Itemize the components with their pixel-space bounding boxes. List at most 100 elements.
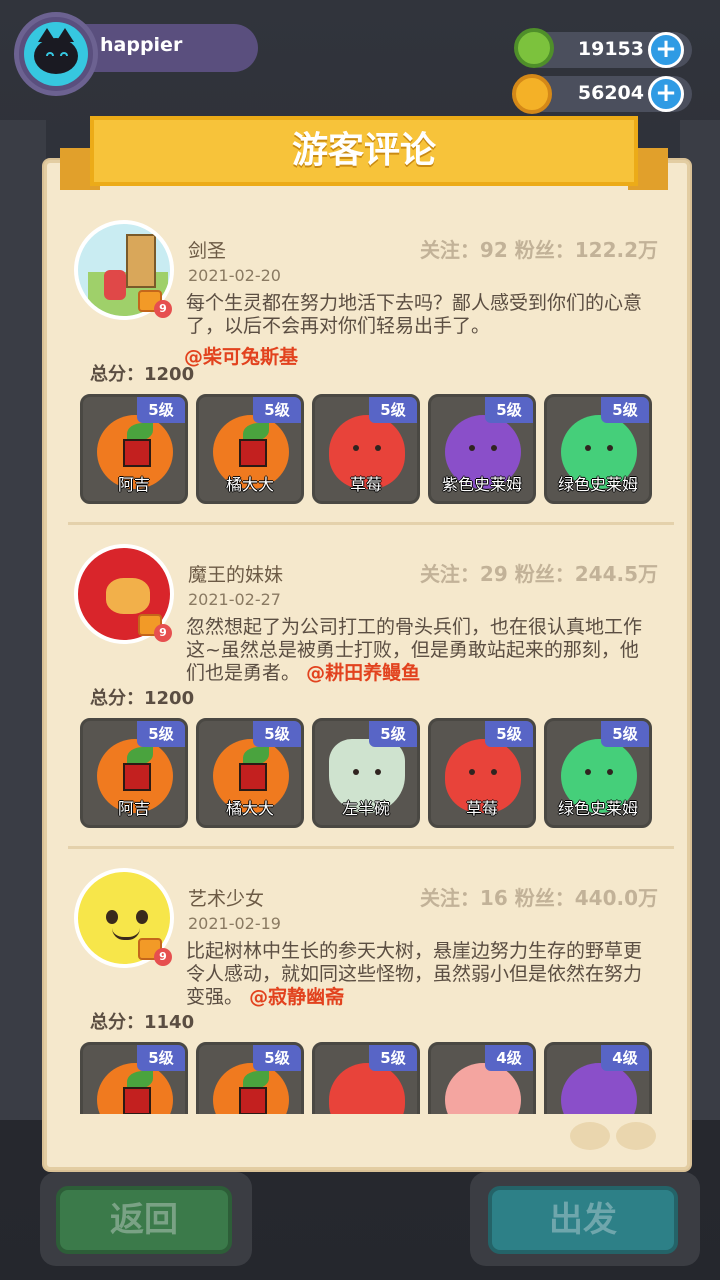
- eye-icon: [353, 769, 359, 775]
- monster-level: 4级: [485, 1045, 533, 1071]
- monster-card[interactable]: 5级 阿吉: [80, 394, 188, 504]
- reviewer-level-badge: 9: [138, 938, 172, 968]
- reviewer-level: 9: [154, 300, 172, 318]
- review-mention[interactable]: @寂静幽斋: [249, 986, 344, 1008]
- review-text: 比起树林中生长的参天大树，悬崖边努力生存的野草更令人感动，就如同这些怪物，虽然弱…: [186, 940, 656, 1009]
- reviewer-level: 9: [154, 624, 172, 642]
- monster-lineup: 5级 5级 5级 4级 4级: [80, 1042, 660, 1114]
- monster-card[interactable]: 5级 绿色史莱姆: [544, 718, 652, 828]
- green-coin-icon: [514, 28, 554, 68]
- monster-name: 左半碗: [341, 799, 390, 818]
- monster-card[interactable]: 5级: [196, 1042, 304, 1114]
- review-card: 9 艺术少女 2021-02-19 关注：16 粉丝：440.0万 比起树林中生…: [64, 848, 674, 1114]
- monster-card[interactable]: 5级: [80, 1042, 188, 1114]
- reviewer-level: 9: [154, 948, 172, 966]
- review-mention[interactable]: @耕田养鳗鱼: [306, 662, 420, 684]
- fortune-stamp-icon: [123, 1087, 151, 1114]
- page-title: 游客评论: [291, 130, 436, 171]
- monster-card[interactable]: 5级 橘大大: [196, 394, 304, 504]
- monster-level: 5级: [485, 721, 533, 747]
- currency-gold-value: 56204: [577, 82, 644, 104]
- go-button[interactable]: 出发: [488, 1186, 678, 1254]
- eye-icon: [491, 445, 497, 451]
- monster-card[interactable]: 4级: [544, 1042, 652, 1114]
- monster-level: 5级: [369, 397, 417, 423]
- eye-icon: [585, 445, 591, 451]
- eye-icon: [469, 769, 475, 775]
- review-card: 9 魔王的妹妹 2021-02-27 关注：29 粉丝：244.5万 忽然想起了…: [64, 524, 674, 849]
- add-gold-currency-button[interactable]: +: [648, 76, 684, 112]
- monster-level: 5级: [253, 1045, 301, 1071]
- monster-card[interactable]: 5级 紫色史莱姆: [428, 394, 536, 504]
- review-body: 每个生灵都在努力地活下去吗？鄙人感受到你们的心意了，以后不会再对你们轻易出手了。: [186, 292, 643, 337]
- username: happier: [100, 34, 183, 56]
- review-date: 2021-02-19: [188, 914, 281, 933]
- avatar-figure: [104, 270, 126, 300]
- fortune-stamp-icon: [239, 439, 267, 467]
- eye-icon: [469, 445, 475, 451]
- cat-face-icon: [616, 1122, 656, 1150]
- monster-level: 5级: [369, 1045, 417, 1071]
- reviewer-level-badge: 9: [138, 614, 172, 644]
- fortune-stamp-icon: [239, 1087, 267, 1114]
- avatar-dog-face: [106, 578, 150, 614]
- monster-level: 5级: [253, 721, 301, 747]
- monster-name: 绿色史莱姆: [557, 475, 638, 494]
- monster-name: 阿吉: [117, 475, 150, 494]
- reviewer-name: 剑圣: [188, 240, 227, 262]
- monster-lineup: 5级 阿吉 5级 橘大大 5级 左半碗 5级 草莓 5级 绿色史莱姆: [80, 718, 660, 830]
- review-list[interactable]: 9 剑圣 2021-02-20 关注：92 粉丝：122.2万 每个生灵都在努力…: [64, 200, 674, 1114]
- reviewer-stats: 关注：29 粉丝：244.5万: [419, 562, 658, 586]
- eye-icon: [607, 445, 613, 451]
- avatar-wall: [126, 234, 156, 288]
- review-card: 9 剑圣 2021-02-20 关注：92 粉丝：122.2万 每个生灵都在努力…: [64, 200, 674, 525]
- user-avatar[interactable]: [24, 22, 88, 86]
- monster-card[interactable]: 5级 草莓: [312, 394, 420, 504]
- monster-card[interactable]: 5级 橘大大: [196, 718, 304, 828]
- cat-head-icon: [34, 38, 78, 74]
- monster-card[interactable]: 5级: [312, 1042, 420, 1114]
- background-shelf-left: [0, 120, 46, 1120]
- cat-eye-icon: [60, 52, 68, 56]
- monster-level: 4级: [601, 1045, 649, 1071]
- fortune-stamp-icon: [239, 763, 267, 791]
- monster-name: 草莓: [465, 799, 498, 818]
- monster-card[interactable]: 5级 左半碗: [312, 718, 420, 828]
- cat-eye-icon: [46, 52, 54, 56]
- monster-level: 5级: [137, 1045, 185, 1071]
- avatar-eye: [136, 910, 148, 924]
- review-date: 2021-02-27: [188, 590, 281, 609]
- monster-name: 橘大大: [225, 799, 274, 818]
- eye-icon: [491, 769, 497, 775]
- review-mention[interactable]: @柴可兔斯基: [184, 342, 298, 369]
- eye-icon: [375, 445, 381, 451]
- monster-level: 5级: [137, 721, 185, 747]
- monster-card[interactable]: 5级 阿吉: [80, 718, 188, 828]
- cat-face-icon: [570, 1122, 610, 1150]
- monster-level: 5级: [601, 397, 649, 423]
- eye-icon: [607, 769, 613, 775]
- review-text: 忽然想起了为公司打工的骨头兵们，也在很认真地工作这~虽然总是被勇士打败，但是勇敢…: [186, 616, 656, 685]
- reviewer-name: 艺术少女: [188, 888, 265, 910]
- monster-card[interactable]: 5级 绿色史莱姆: [544, 394, 652, 504]
- back-button-label: 返回: [110, 1200, 178, 1240]
- review-date: 2021-02-20: [188, 266, 281, 285]
- monster-level: 5级: [485, 397, 533, 423]
- monster-card[interactable]: 5级 草莓: [428, 718, 536, 828]
- monster-card[interactable]: 4级: [428, 1042, 536, 1114]
- review-score: 总分：1200: [90, 364, 195, 385]
- back-button[interactable]: 返回: [56, 1186, 232, 1254]
- avatar-eye: [106, 910, 118, 924]
- monster-name: 阿吉: [117, 799, 150, 818]
- add-green-currency-button[interactable]: +: [648, 32, 684, 68]
- monster-level: 5级: [601, 721, 649, 747]
- review-score: 总分：1200: [90, 688, 195, 709]
- monster-level: 5级: [137, 397, 185, 423]
- monster-name: 紫色史莱姆: [441, 475, 522, 494]
- avatar-smile: [112, 928, 140, 940]
- reviewer-stats: 关注：92 粉丝：122.2万: [419, 238, 658, 262]
- monster-level: 5级: [253, 397, 301, 423]
- fortune-stamp-icon: [123, 763, 151, 791]
- monster-name: 草莓: [349, 475, 382, 494]
- gold-planet-icon: [512, 74, 552, 114]
